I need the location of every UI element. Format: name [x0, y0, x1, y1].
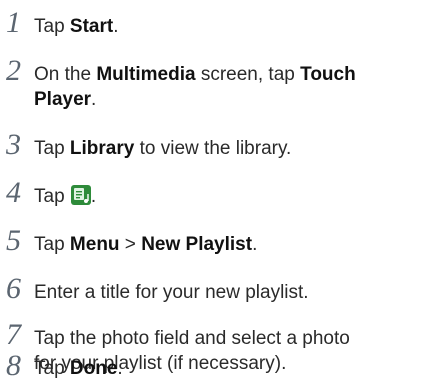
- step-number: 1: [6, 6, 21, 39]
- step-text: Tap .: [34, 184, 402, 209]
- step-text-part: .: [113, 16, 119, 37]
- step-text-part: .: [117, 358, 123, 379]
- step-number: 5: [6, 224, 21, 257]
- step-text-part: Tap: [34, 234, 70, 255]
- playlist-add-icon: [70, 185, 91, 205]
- done-label: Done: [69, 358, 118, 379]
- step-text-part: .: [252, 234, 258, 255]
- instruction-steps: 1 Tap Start. 2 On the Multimedia screen,…: [0, 0, 422, 383]
- step-text-part: Tap: [34, 186, 70, 207]
- start-label: Start: [69, 16, 114, 37]
- step-text: On the Multimedia screen, tap Touch Playe…: [34, 62, 402, 112]
- multimedia-label: Multimedia: [96, 64, 196, 85]
- step-text: Enter a title for your new playlist.: [34, 280, 402, 305]
- step-text-part: to view the library.: [134, 138, 292, 159]
- step-number: 2: [6, 54, 21, 87]
- step-number: 7: [6, 318, 21, 351]
- library-label: Library: [69, 138, 135, 159]
- step-number: 3: [6, 128, 21, 161]
- touch-player-label-line2: Player: [34, 89, 92, 110]
- step-text: Tap Library to view the library.: [34, 136, 402, 161]
- step-text-part: Tap: [34, 16, 70, 37]
- step-text-part: >: [119, 234, 142, 255]
- step-text-part: .: [91, 89, 97, 110]
- step-text-part: Tap the photo field and select a photo: [34, 328, 350, 349]
- step-text-part: screen, tap: [195, 64, 301, 85]
- new-playlist-label: New Playlist: [141, 234, 253, 255]
- menu-label: Menu: [69, 234, 120, 255]
- step-text-part: Enter a title for your new playlist.: [34, 282, 309, 303]
- step-text-part: On the: [34, 64, 97, 85]
- step-8: 8 Tap Done.: [0, 349, 422, 383]
- step-text: Tap Start.: [34, 14, 402, 39]
- step-text-part: Tap: [34, 358, 70, 379]
- step-text: Tap Menu > New Playlist.: [34, 232, 402, 257]
- touch-player-label: Touch: [300, 64, 356, 85]
- step-text: Tap Done.: [34, 356, 402, 381]
- step-number: 4: [6, 176, 21, 209]
- step-text-part: Tap: [34, 138, 70, 159]
- step-number: 8: [6, 349, 21, 382]
- step-number: 6: [6, 272, 21, 305]
- step-text-part: .: [90, 186, 97, 207]
